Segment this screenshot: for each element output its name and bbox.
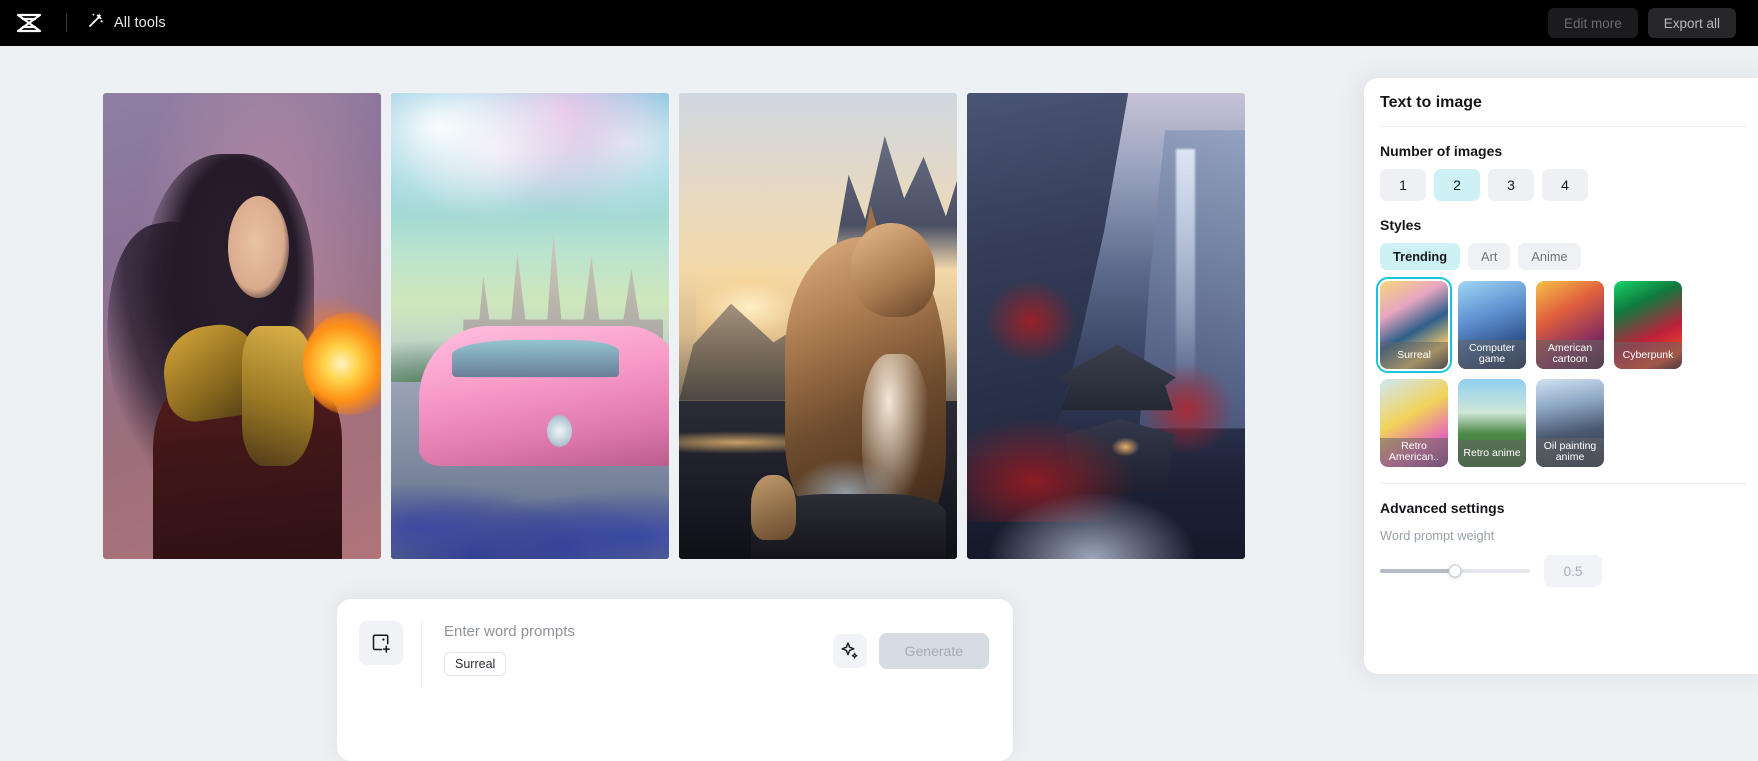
number-option-1[interactable]: 1: [1380, 169, 1426, 201]
style-name: American cartoon: [1536, 339, 1604, 369]
generated-image-2[interactable]: [391, 93, 669, 559]
edit-more-button[interactable]: Edit more: [1547, 8, 1638, 38]
style-card-cyberpunk[interactable]: Cyberpunk: [1614, 281, 1682, 369]
style-name: Surreal: [1380, 342, 1448, 369]
prompt-divider: [421, 621, 422, 689]
word-prompt-weight-label: Word prompt weight: [1380, 528, 1495, 543]
number-option-3[interactable]: 3: [1488, 169, 1534, 201]
panel-divider-top: [1380, 126, 1746, 127]
slider-fill: [1380, 569, 1455, 573]
style-card-oil-painting-anime[interactable]: Oil painting anime: [1536, 379, 1604, 467]
prompt-chips: Surreal: [444, 652, 833, 676]
styles-label: Styles: [1380, 217, 1422, 233]
style-name: Oil painting anime: [1536, 437, 1604, 467]
generated-image-4[interactable]: [967, 93, 1245, 559]
topbar-actions: Edit more Export all: [1547, 8, 1744, 38]
tab-art[interactable]: Art: [1468, 243, 1511, 270]
word-prompt-weight-value: 0.5: [1544, 555, 1602, 587]
search-input[interactable]: [444, 623, 833, 640]
top-bar: All tools Edit more Export all: [0, 0, 1758, 46]
word-prompt-weight-slider[interactable]: [1380, 564, 1530, 578]
generated-image-3[interactable]: [679, 93, 957, 559]
tab-trending[interactable]: Trending: [1380, 243, 1461, 270]
prompt-bar: Surreal Generate: [337, 599, 1013, 761]
export-all-button[interactable]: Export all: [1647, 8, 1736, 38]
number-option-4[interactable]: 4: [1542, 169, 1588, 201]
generated-images-gallery: [103, 93, 1245, 559]
style-name: Retro American..: [1380, 437, 1448, 467]
number-of-images-label: Number of images: [1380, 143, 1503, 159]
capcut-logo-icon[interactable]: [14, 8, 44, 38]
magic-wand-icon: [87, 12, 104, 34]
panel-divider-advanced: [1380, 483, 1746, 484]
generate-button[interactable]: Generate: [878, 633, 989, 669]
all-tools-label: All tools: [114, 15, 166, 31]
all-tools-button[interactable]: All tools: [87, 12, 166, 34]
app-root: All tools Edit more Export all Enter wor…: [0, 0, 1758, 761]
text-to-image-panel: Text to image Number of images 1 2 3 4 S…: [1364, 78, 1758, 674]
page-title: Text to image: [1380, 94, 1482, 111]
style-name: Computer game: [1458, 339, 1526, 369]
number-option-2[interactable]: 2: [1434, 169, 1480, 201]
generated-image-1[interactable]: [103, 93, 381, 559]
styles-grid: Surreal Computer game American cartoon C…: [1376, 277, 1746, 467]
artwork-pagoda-valley: [967, 93, 1245, 559]
style-chip[interactable]: Surreal: [444, 652, 507, 676]
word-prompt-weight-row: 0.5: [1380, 555, 1746, 587]
artwork-pink-car-castle: [391, 93, 669, 559]
style-card-retro-american[interactable]: Retro American..: [1380, 379, 1448, 467]
style-card-surreal[interactable]: Surreal: [1376, 277, 1452, 373]
style-card-computer-game[interactable]: Computer game: [1458, 281, 1526, 369]
advanced-settings-label: Advanced settings: [1380, 500, 1505, 516]
topbar-divider: [66, 14, 67, 32]
slider-handle[interactable]: [1448, 564, 1462, 578]
prompt-column: Surreal: [444, 621, 833, 676]
tab-anime[interactable]: Anime: [1518, 243, 1581, 270]
sparkle-icon[interactable]: [832, 634, 867, 668]
number-of-images-group: 1 2 3 4: [1380, 169, 1746, 201]
artwork-cat-sunset: [679, 93, 957, 559]
styles-tabs: Trending Art Anime: [1380, 243, 1746, 270]
style-card-american-cartoon[interactable]: American cartoon: [1536, 281, 1604, 369]
prompt-actions: Generate: [832, 621, 989, 669]
style-name: Retro anime: [1458, 440, 1526, 467]
artwork-fantasy-warrior: [103, 93, 381, 559]
add-image-icon[interactable]: [359, 621, 403, 665]
style-name: Cyberpunk: [1614, 342, 1682, 369]
style-card-retro-anime[interactable]: Retro anime: [1458, 379, 1526, 467]
